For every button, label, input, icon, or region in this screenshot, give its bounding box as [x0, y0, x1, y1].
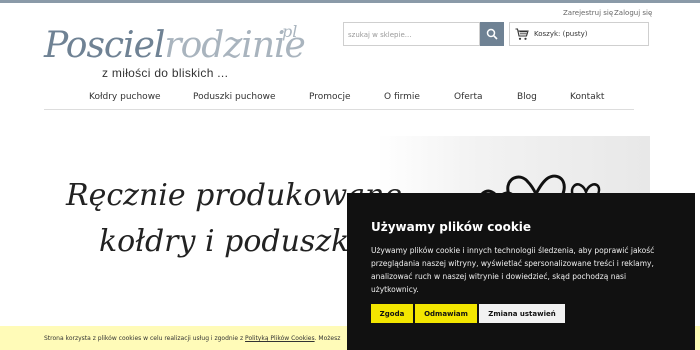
- accept-cookies-button[interactable]: Zgoda: [371, 304, 413, 323]
- nav-item-koldry[interactable]: Kołdry puchowe: [89, 92, 161, 102]
- logo-tagline: z miłości do bliskich ...: [102, 66, 229, 80]
- search-button[interactable]: [480, 22, 504, 46]
- logo-wordmark: Poscielrodzinie: [44, 25, 306, 66]
- cookie-consent-modal: Używamy plików cookie Używamy plików coo…: [347, 193, 695, 350]
- site-logo[interactable]: Poscielrodzinie pl z miłości do bliskich…: [44, 22, 306, 86]
- hero-headline-line2: kołdry i poduszki: [99, 224, 359, 259]
- cookie-policy-link[interactable]: Polityką Plików Cookies: [245, 335, 315, 342]
- nav-item-blog[interactable]: Blog: [517, 92, 537, 102]
- cart-button[interactable]: Koszyk: (pusty): [509, 22, 649, 46]
- cookie-modal-title: Używamy plików cookie: [371, 220, 532, 234]
- cookie-settings-button[interactable]: Zmiana ustawień: [479, 304, 565, 323]
- main-navigation: Kołdry puchowe Poduszki puchowe Promocje…: [44, 86, 634, 110]
- search-input[interactable]: szukaj w sklepie...: [343, 22, 480, 46]
- cookie-modal-body: Używamy plików cookie i innych technolog…: [371, 246, 655, 294]
- login-link[interactable]: Zaloguj się: [614, 9, 652, 17]
- cart-icon: [515, 28, 529, 40]
- cookie-info-text-end: . Możesz: [314, 335, 341, 342]
- nav-item-oferta[interactable]: Oferta: [454, 92, 483, 102]
- nav-item-kontakt[interactable]: Kontakt: [570, 92, 604, 102]
- register-link[interactable]: Zarejestruj się: [563, 9, 613, 17]
- reject-cookies-button[interactable]: Odmawiam: [415, 304, 477, 323]
- cookie-info-text: Strona korzysta z plików cookies w celu …: [44, 335, 246, 342]
- nav-item-poduszki[interactable]: Poduszki puchowe: [193, 92, 276, 102]
- search-icon: [486, 28, 498, 40]
- logo-main-text: Posciel: [44, 25, 165, 66]
- logo-suffix: pl: [282, 22, 298, 41]
- nav-item-promocje[interactable]: Promocje: [309, 92, 351, 102]
- nav-item-o-firmie[interactable]: O firmie: [384, 92, 420, 102]
- cart-label: Koszyk: (pusty): [534, 30, 588, 38]
- top-accent-bar: [0, 0, 700, 3]
